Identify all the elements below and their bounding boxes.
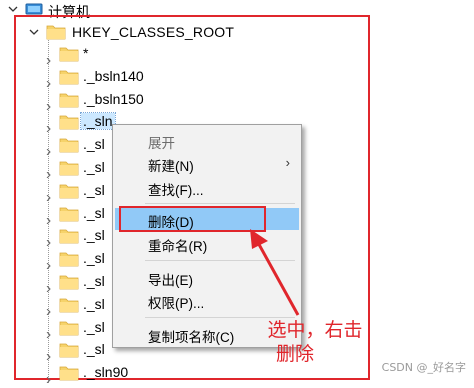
instruction-annotation: 选中，右击 删除: [256, 318, 374, 366]
tree-row[interactable]: ._bsln140: [46, 67, 346, 88]
menu-item-new[interactable]: 新建(N) ›: [115, 152, 299, 174]
tree-row-label: ._sln90: [83, 364, 129, 380]
folder-icon: [59, 364, 79, 381]
folder-icon: [59, 136, 79, 153]
chevron-down-icon[interactable]: [8, 4, 18, 14]
annotation-line-2: 删除: [275, 343, 314, 365]
tree-row[interactable]: *: [46, 44, 346, 65]
chevron-right-icon[interactable]: [46, 188, 51, 202]
folder-icon: [59, 182, 79, 199]
tree-row-label: ._sl: [83, 136, 105, 152]
menu-item-find[interactable]: 查找(F)...: [115, 176, 299, 198]
tree-row-label: ._sl: [83, 205, 105, 221]
annotation-line-1: 选中，右击: [267, 319, 363, 341]
chevron-right-icon[interactable]: [46, 97, 51, 111]
folder-icon: [59, 319, 79, 336]
menu-item-label: 重命名(R): [148, 239, 208, 254]
folder-icon: [59, 296, 79, 313]
tree-row-label: ._sl: [83, 159, 105, 175]
menu-item-label: 新建(N): [148, 159, 194, 174]
folder-icon: [59, 205, 79, 222]
tree-row-label: ._sl: [83, 341, 105, 357]
folder-icon: [59, 68, 79, 85]
menu-item-expand[interactable]: 展开: [115, 129, 299, 151]
chevron-right-icon[interactable]: [46, 325, 51, 339]
hive-node-label[interactable]: HKEY_CLASSES_ROOT: [72, 24, 234, 40]
chevron-right-icon[interactable]: [46, 347, 51, 361]
tree-row-label: ._sl: [83, 250, 105, 266]
chevron-right-icon: ›: [285, 155, 290, 170]
chevron-right-icon[interactable]: [46, 142, 51, 156]
tree-row-label: ._sl: [83, 319, 105, 335]
tree-row-label: ._sl: [83, 273, 105, 289]
folder-icon: [46, 23, 66, 40]
folder-icon: [59, 45, 79, 62]
folder-icon: [59, 273, 79, 290]
chevron-right-icon[interactable]: [46, 370, 51, 384]
menu-item-label: 导出(E): [148, 273, 193, 288]
folder-icon: [59, 227, 79, 244]
menu-item-label: 查找(F)...: [148, 183, 204, 198]
folder-icon: [59, 341, 79, 358]
tree-row-label: *: [83, 45, 89, 61]
chevron-right-icon[interactable]: [46, 211, 51, 225]
chevron-right-icon[interactable]: [46, 233, 51, 247]
folder-icon: [59, 113, 79, 130]
folder-icon: [59, 250, 79, 267]
menu-item-label: 展开: [148, 136, 175, 151]
tree-row-label: ._sln: [80, 112, 116, 130]
chevron-right-icon[interactable]: [46, 165, 51, 179]
chevron-right-icon[interactable]: [46, 256, 51, 270]
tree-row[interactable]: ._sln90: [46, 363, 346, 384]
chevron-right-icon[interactable]: [46, 51, 51, 65]
folder-icon: [59, 91, 79, 108]
chevron-right-icon[interactable]: [46, 279, 51, 293]
chevron-right-icon[interactable]: [46, 74, 51, 88]
watermark: CSDN @_好名字: [381, 361, 466, 374]
tree-row-label: ._sl: [83, 227, 105, 243]
chevron-down-icon[interactable]: [29, 27, 39, 37]
folder-icon: [59, 159, 79, 176]
tree-row-label: ._bsln140: [83, 68, 144, 84]
chevron-right-icon[interactable]: [46, 302, 51, 316]
tree-row[interactable]: ._bsln150: [46, 90, 346, 111]
chevron-right-icon[interactable]: [46, 119, 51, 133]
menu-item-label: 权限(P)...: [148, 296, 205, 311]
tree-row-label: ._sl: [83, 182, 105, 198]
tree-row-label: ._sl: [83, 296, 105, 312]
menu-separator: [145, 203, 295, 204]
arrow-icon: [250, 229, 300, 316]
tree-row-label: ._bsln150: [83, 91, 144, 107]
